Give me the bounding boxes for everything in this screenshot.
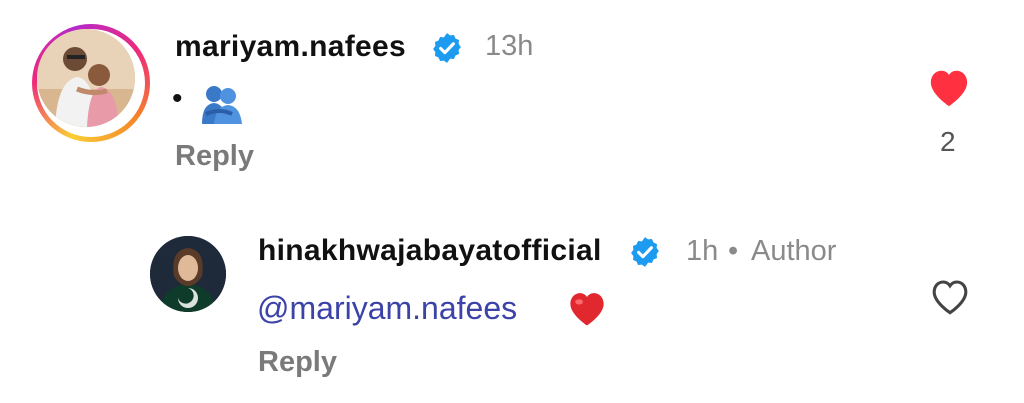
reply-username[interactable]: hinakhwajabayatofficial bbox=[258, 234, 602, 268]
author-badge: Author bbox=[751, 235, 837, 267]
comment-username[interactable]: mariyam.nafees bbox=[175, 30, 406, 64]
avatar-story-ring[interactable] bbox=[32, 24, 150, 142]
comment-timestamp: 13h bbox=[485, 30, 534, 62]
mention-link[interactable]: @mariyam.nafees bbox=[257, 290, 517, 327]
verified-badge-icon bbox=[628, 235, 662, 269]
reply-button[interactable]: Reply bbox=[258, 346, 337, 379]
verified-badge-icon bbox=[430, 31, 464, 65]
reply-timestamp: 1h bbox=[686, 235, 719, 267]
reply-button[interactable]: Reply bbox=[175, 140, 254, 173]
reply-avatar[interactable] bbox=[150, 236, 226, 312]
avatar[interactable] bbox=[37, 29, 135, 127]
like-count: 2 bbox=[940, 126, 956, 157]
meta-separator: • bbox=[728, 235, 739, 267]
heart-outline-icon[interactable] bbox=[928, 276, 972, 316]
heart-filled-icon[interactable] bbox=[926, 66, 972, 108]
hug-emoji-icon bbox=[200, 84, 242, 124]
red-heart-emoji-icon bbox=[566, 288, 608, 328]
comment-text-bullet: • bbox=[172, 82, 183, 115]
